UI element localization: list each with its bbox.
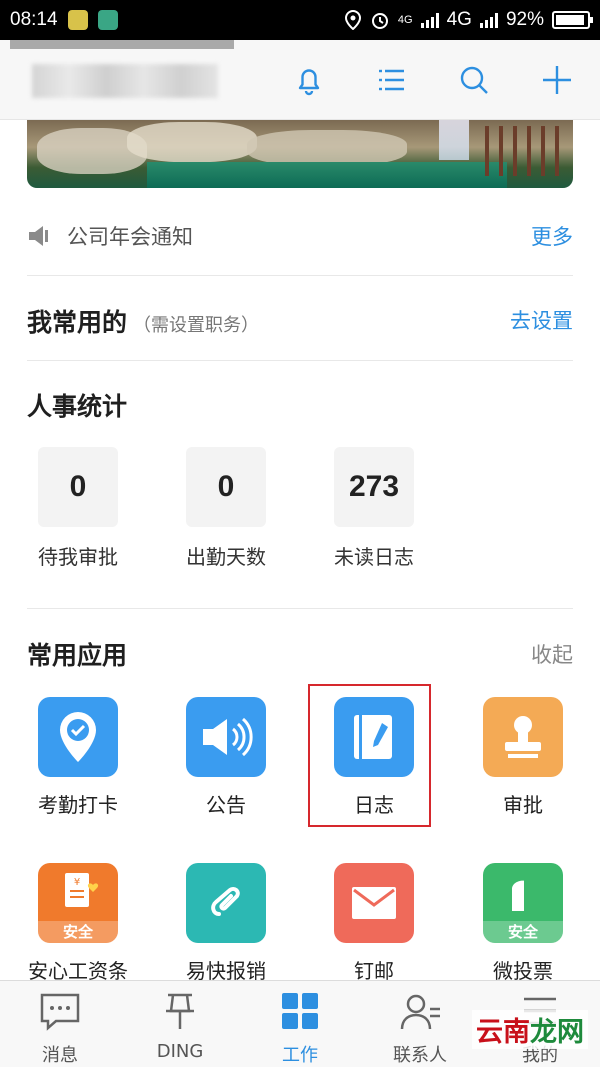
banner-image[interactable]	[27, 120, 573, 188]
stat-label: 未读日志	[334, 545, 414, 569]
network-type-1: 4G	[397, 14, 413, 26]
highlight-box	[308, 684, 431, 827]
stat-label: 待我审批	[38, 545, 118, 569]
stat-value: 273	[334, 447, 414, 527]
chat-icon	[40, 993, 80, 1031]
app-expense[interactable]: 易快报销	[151, 863, 301, 984]
mail-icon	[334, 863, 414, 943]
stat-label: 出勤天数	[186, 545, 266, 569]
location-icon	[344, 10, 361, 30]
bell-icon[interactable]	[291, 62, 327, 98]
battery-percent: 92%	[505, 9, 544, 30]
top-header	[0, 40, 600, 120]
blurred-strip	[10, 40, 234, 49]
tab-label: 工作	[282, 1045, 318, 1066]
plus-icon[interactable]	[539, 62, 575, 98]
list-icon[interactable]	[373, 62, 409, 98]
divider	[27, 275, 573, 276]
app-announcement[interactable]: 公告	[151, 697, 301, 818]
app-label: 考勤打卡	[38, 793, 118, 817]
hr-stats-title: 人事统计	[27, 392, 128, 421]
divider	[27, 360, 573, 361]
stat-unread-logs[interactable]: 273 未读日志	[299, 447, 449, 570]
alarm-icon	[371, 13, 388, 29]
paperclip-icon	[186, 863, 266, 943]
svg-text:¥: ¥	[74, 877, 80, 888]
search-icon[interactable]	[456, 62, 492, 98]
grid-icon	[282, 993, 318, 1029]
safe-badge: 安全	[38, 921, 118, 943]
notification-app-icon	[67, 10, 88, 30]
tab-ding[interactable]: DING	[120, 989, 240, 1062]
apps-title: 常用应用	[27, 641, 128, 670]
signal-icon	[420, 12, 439, 28]
app-label: 审批	[503, 793, 543, 817]
signal-icon-2	[479, 12, 498, 28]
tab-messages[interactable]: 消息	[0, 989, 120, 1067]
app-mail[interactable]: 钉邮	[299, 863, 449, 984]
collapse-button[interactable]: 收起	[531, 639, 573, 669]
app-approval[interactable]: 审批	[448, 697, 598, 818]
battery-icon	[552, 11, 593, 29]
tab-work[interactable]: 工作	[240, 989, 360, 1067]
favorites-subtitle: （需设置职务）	[133, 315, 260, 336]
scan-app-icon	[97, 10, 118, 30]
set-up-link[interactable]: 去设置	[510, 305, 573, 335]
blurred-org-name	[32, 64, 218, 98]
app-label: 公告	[206, 793, 246, 817]
vote-icon: 安全	[483, 863, 563, 943]
app-attendance[interactable]: 考勤打卡	[3, 697, 153, 818]
safe-badge: 安全	[483, 921, 563, 943]
stat-value: 0	[38, 447, 118, 527]
watermark-logo: 云南龙网	[472, 1010, 588, 1049]
tab-label: DING	[156, 1041, 204, 1062]
status-bar: 08:14 4G 4G 92%	[0, 0, 600, 40]
status-time: 08:14	[10, 9, 58, 30]
watermark-part1: 云南	[476, 1017, 530, 1048]
tab-label: 消息	[42, 1045, 78, 1066]
divider	[27, 608, 573, 609]
announcement-row[interactable]: 公司年会通知 更多	[27, 214, 573, 258]
network-type-2: 4G	[446, 9, 472, 30]
watermark-part2: 龙网	[530, 1017, 584, 1048]
stat-attendance-days[interactable]: 0 出勤天数	[151, 447, 301, 570]
contacts-icon	[400, 994, 440, 1030]
favorites-title: 我常用的 （需设置职务）	[27, 308, 260, 337]
payslip-icon: ¥ 安全	[38, 863, 118, 943]
tab-contacts[interactable]: 联系人	[360, 989, 480, 1067]
announcement-text: 公司年会通知	[67, 225, 193, 249]
location-check-icon	[38, 697, 118, 777]
more-link[interactable]: 更多	[531, 221, 573, 251]
app-payslip[interactable]: ¥ 安全 安心工资条	[3, 863, 153, 984]
app-vote[interactable]: 安全 微投票	[448, 863, 598, 984]
tab-label: 联系人	[393, 1045, 447, 1066]
pin-icon	[166, 993, 194, 1029]
stat-value: 0	[186, 447, 266, 527]
stat-pending-approval[interactable]: 0 待我审批	[3, 447, 153, 570]
speaker-icon	[29, 226, 48, 246]
megaphone-icon	[186, 697, 266, 777]
stamp-icon	[483, 697, 563, 777]
